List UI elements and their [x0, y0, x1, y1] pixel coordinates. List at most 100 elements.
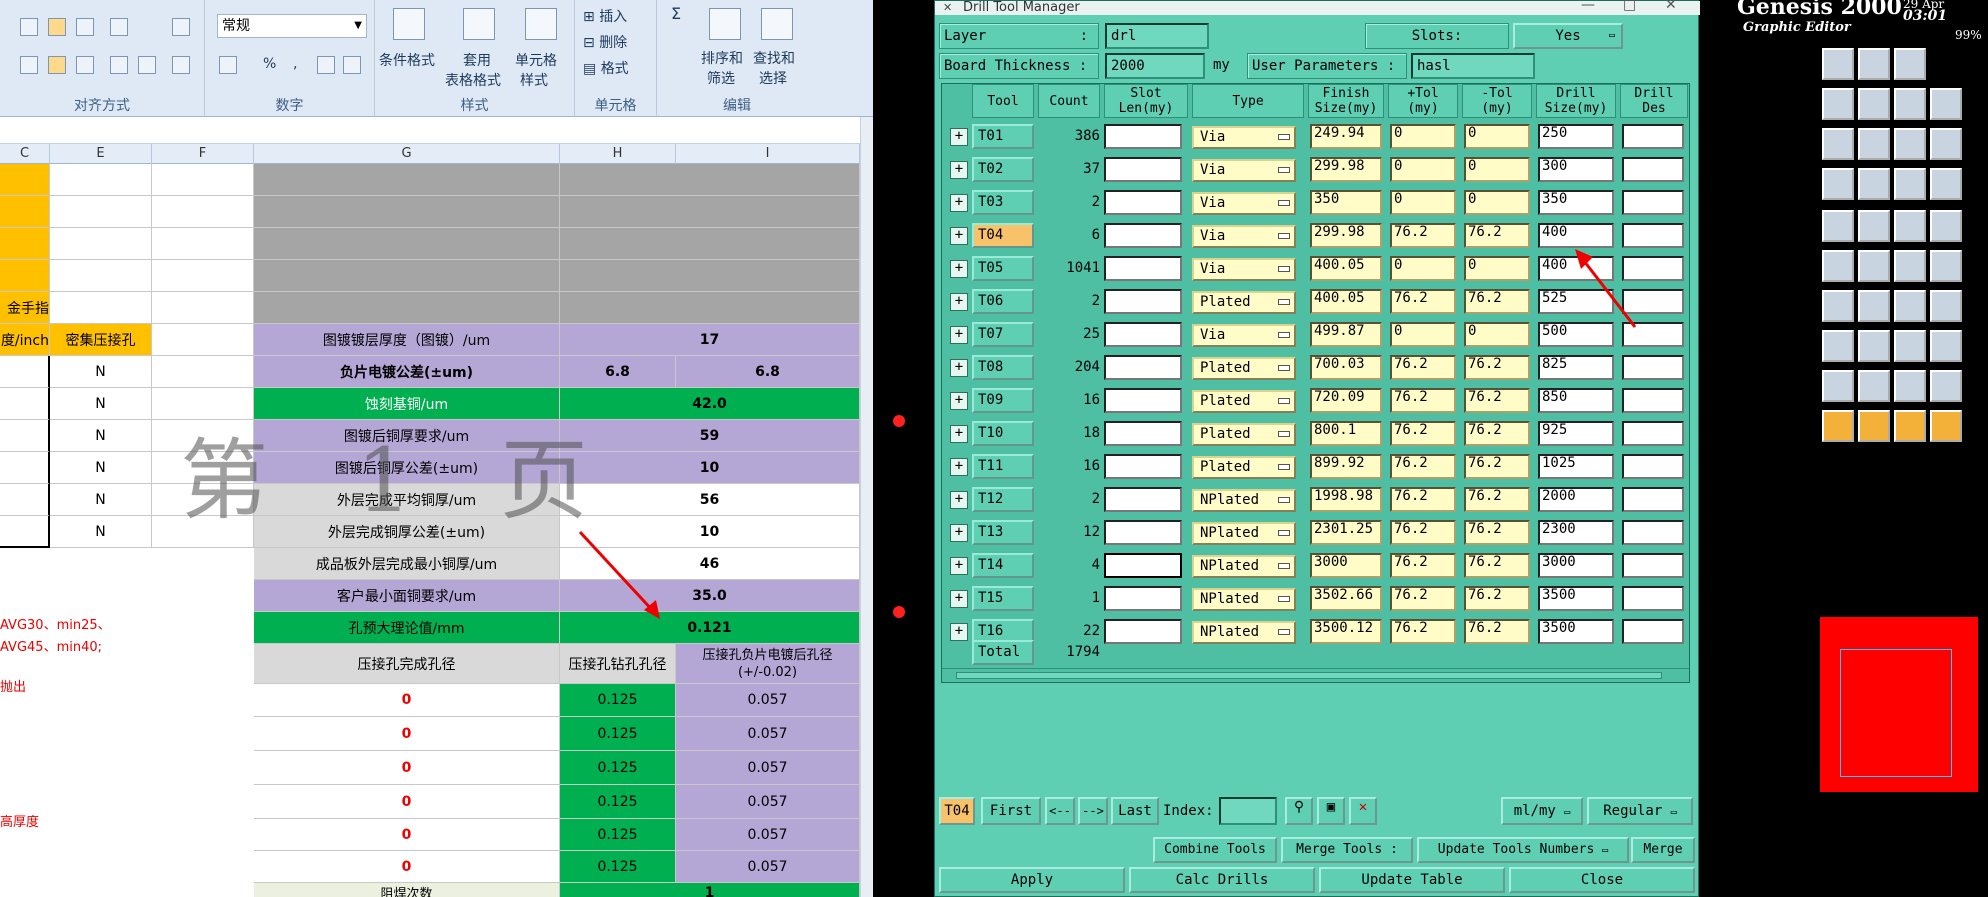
search-icon[interactable]: ⚲ — [1285, 797, 1313, 825]
tool-name[interactable]: T09 — [972, 388, 1034, 413]
drill-size-input[interactable]: 3000 — [1538, 553, 1614, 578]
press-fit-row-g[interactable]: 0 — [254, 717, 560, 751]
measure-icon[interactable] — [1858, 210, 1890, 242]
cell[interactable] — [152, 356, 254, 388]
param-label[interactable]: 外层完成平均铜厚/um — [254, 484, 560, 516]
cell[interactable] — [0, 388, 50, 420]
board-thickness-input[interactable]: 2000 — [1105, 53, 1205, 79]
finish-size-input[interactable]: 299.98 — [1310, 157, 1382, 182]
cell[interactable] — [152, 388, 254, 420]
comma-button[interactable]: , — [293, 56, 297, 72]
close-button[interactable]: Close — [1509, 867, 1695, 893]
help-icon[interactable] — [1930, 128, 1962, 160]
tool-name[interactable]: T10 — [972, 421, 1034, 446]
update-table-button[interactable]: Update Table — [1319, 867, 1505, 893]
drill-size-input[interactable]: 925 — [1538, 421, 1614, 446]
grid-icon[interactable] — [1894, 330, 1926, 362]
tool-name[interactable]: T12 — [972, 487, 1034, 512]
cell[interactable] — [560, 292, 860, 324]
type-select[interactable]: NPlated — [1192, 522, 1296, 545]
press-fit-row-h[interactable]: 0.125 — [560, 717, 676, 751]
finish-size-input[interactable]: 899.92 — [1310, 454, 1382, 479]
press-fit-finish-header[interactable]: 压接孔完成孔径 — [254, 644, 560, 684]
tool-row[interactable]: + T13 12 NPlated 2301.25 76.2 76.2 2300 — [942, 516, 1691, 549]
tool-name[interactable]: T08 — [972, 355, 1034, 380]
finish-size-input[interactable]: 1998.98 — [1310, 487, 1382, 512]
scale-icon[interactable] — [1894, 128, 1926, 160]
sort-filter-label-1[interactable]: 排序和 — [701, 48, 743, 68]
board-preview[interactable] — [1820, 617, 1978, 792]
col-finish-header[interactable]: Finish Size(my) — [1308, 84, 1384, 118]
col-tool-header[interactable]: Tool — [972, 84, 1034, 118]
drill-des-input[interactable] — [1622, 355, 1684, 380]
finish-size-input[interactable]: 2301.25 — [1310, 520, 1382, 545]
press-fit-row-i[interactable]: 0.057 — [676, 684, 860, 717]
cell-style-label-2[interactable]: 样式 — [520, 70, 548, 90]
type-select[interactable]: Via — [1192, 225, 1296, 248]
n-cell[interactable]: N — [50, 356, 152, 388]
decrease-decimal-icon[interactable] — [343, 56, 361, 74]
minus-tol-input[interactable]: 76.2 — [1464, 520, 1530, 545]
step-icon[interactable] — [1930, 88, 1962, 120]
press-fit-header-cell[interactable]: 密集压接孔 — [50, 324, 152, 356]
plus-tol-input[interactable]: 76.2 — [1390, 355, 1456, 380]
tool-name[interactable]: T01 — [972, 124, 1034, 149]
save-icon[interactable]: ▣ — [1317, 797, 1345, 825]
minus-tol-input[interactable]: 0 — [1464, 190, 1530, 215]
triangle2-icon[interactable] — [1858, 370, 1890, 402]
triangle4-icon[interactable] — [1930, 370, 1962, 402]
align-bottom-icon[interactable] — [76, 18, 94, 36]
press-fit-row-g[interactable]: 0 — [254, 785, 560, 819]
slot-len-input[interactable] — [1104, 256, 1182, 281]
finish-size-input[interactable]: 3502.66 — [1310, 586, 1382, 611]
slot-len-input[interactable] — [1104, 322, 1182, 347]
minus-tol-input[interactable]: 0 — [1464, 124, 1530, 149]
drill-des-input[interactable] — [1622, 421, 1684, 446]
tool-row[interactable]: + T11 16 Plated 899.92 76.2 76.2 1025 — [942, 450, 1691, 483]
line2-icon[interactable] — [1858, 290, 1890, 322]
triangle-icon[interactable] — [1822, 370, 1854, 402]
type-select[interactable]: Plated — [1192, 291, 1296, 314]
slot-len-input[interactable] — [1104, 124, 1182, 149]
shape-icon[interactable] — [1822, 330, 1854, 362]
plus-tol-input[interactable]: 76.2 — [1390, 223, 1456, 248]
drill-size-input[interactable]: 3500 — [1538, 586, 1614, 611]
column-header-c[interactable]: C — [0, 144, 50, 164]
cell-style-icon[interactable] — [525, 8, 557, 40]
minus-tol-input[interactable]: 76.2 — [1464, 553, 1530, 578]
close-icon[interactable]: ✕ — [1665, 0, 1677, 13]
press-fit-row-h[interactable]: 0.125 — [560, 851, 676, 883]
plus-tol-input[interactable]: 76.2 — [1390, 421, 1456, 446]
finish-size-input[interactable]: 499.87 — [1310, 322, 1382, 347]
drill-des-input[interactable] — [1622, 157, 1684, 182]
tool-name[interactable]: T11 — [972, 454, 1034, 479]
tool-row[interactable]: + T02 37 Via 299.98 0 0 300 — [942, 153, 1691, 186]
increase-indent-icon[interactable] — [138, 56, 156, 74]
percent-button[interactable]: % — [263, 56, 276, 72]
slot-len-input[interactable] — [1104, 157, 1182, 182]
drill-des-input[interactable] — [1622, 586, 1684, 611]
apply-button[interactable]: Apply — [939, 867, 1125, 893]
type-select[interactable]: Plated — [1192, 423, 1296, 446]
press-fit-row-g[interactable]: 0 — [254, 751, 560, 785]
column-header-h[interactable]: H — [560, 144, 676, 164]
tool-row[interactable]: + T01 386 Via 249.94 0 0 250 — [942, 120, 1691, 153]
finish-size-input[interactable]: 400.05 — [1310, 256, 1382, 281]
minus-tol-input[interactable]: 76.2 — [1464, 487, 1530, 512]
type-select[interactable]: NPlated — [1192, 555, 1296, 578]
vertical-scrollbar[interactable] — [860, 117, 873, 897]
param-value[interactable]: 42.0 — [560, 388, 860, 420]
update-tools-numbers-button[interactable]: Update Tools Numbers ▭ — [1417, 837, 1629, 863]
format-cells-button[interactable]: ▤ 格式 — [583, 58, 629, 78]
cell[interactable] — [254, 292, 560, 324]
slot-len-input[interactable] — [1104, 586, 1182, 611]
tool-row[interactable]: + T09 16 Plated 720.09 76.2 76.2 850 — [942, 384, 1691, 417]
type-select[interactable]: Plated — [1192, 357, 1296, 380]
cell-c-orange[interactable] — [0, 228, 50, 260]
minus-tol-input[interactable]: 0 — [1464, 256, 1530, 281]
expand-icon[interactable]: + — [950, 524, 968, 542]
param-label[interactable]: 图镀后铜厚要求/um — [254, 420, 560, 452]
snap-icon[interactable] — [1822, 210, 1854, 242]
bracket-icon[interactable] — [1930, 290, 1962, 322]
table-format-icon[interactable] — [463, 8, 495, 40]
